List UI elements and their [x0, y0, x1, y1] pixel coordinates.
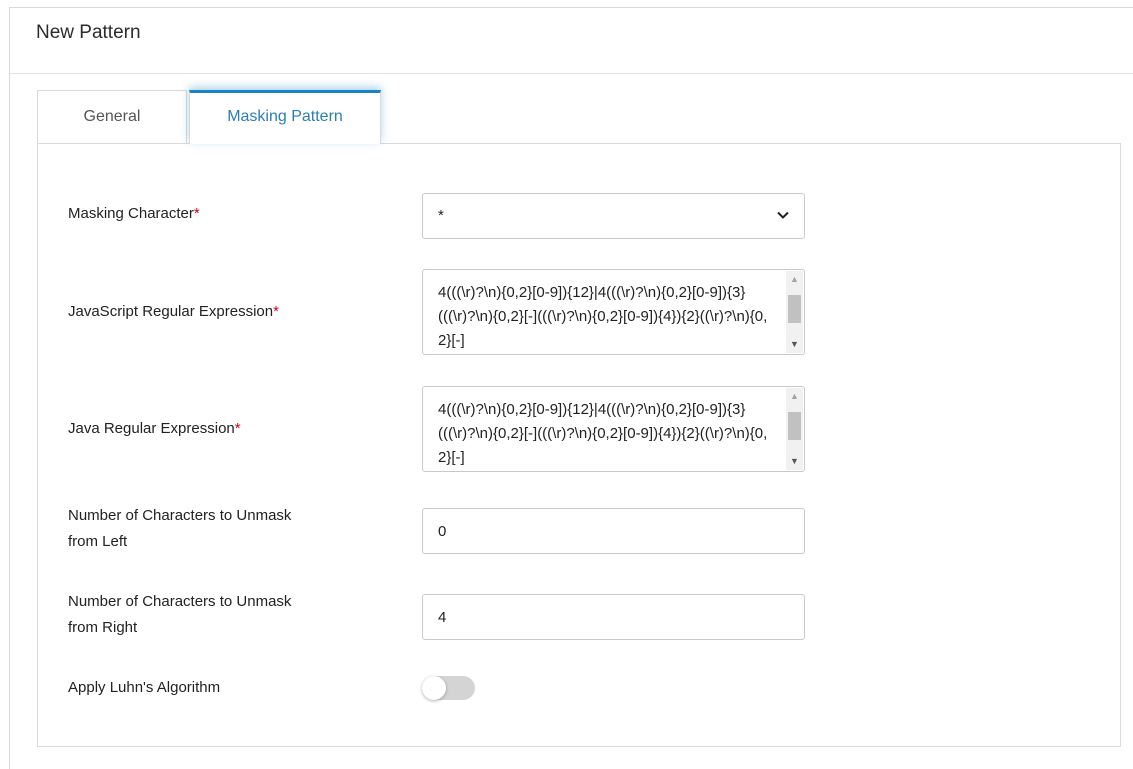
dialog-header: New Pattern: [10, 8, 1133, 74]
java-regex-label: Java Regular Expression*: [68, 416, 241, 442]
scroll-down-arrow-icon[interactable]: ▼: [786, 453, 803, 470]
tab-general[interactable]: General: [37, 90, 187, 144]
chevron-down-icon: [777, 211, 789, 219]
scroll-up-arrow-icon[interactable]: ▲: [786, 271, 803, 288]
java-regex-scrollbar[interactable]: ▲ ▼: [786, 388, 803, 470]
javascript-regex-scrollbar[interactable]: ▲ ▼: [786, 271, 803, 353]
unmask-right-input[interactable]: [422, 594, 805, 640]
masking-character-label-text: Masking Character: [68, 205, 194, 222]
javascript-regex-label-text: JavaScript Regular Expression: [68, 303, 274, 320]
masking-character-select[interactable]: *: [422, 193, 805, 239]
masking-character-label: Masking Character*: [68, 201, 200, 227]
toggle-knob: [422, 676, 446, 700]
java-regex-textarea[interactable]: 4(((\r)?\n){0,2}[0-9]){12}|4(((\r)?\n){0…: [422, 386, 805, 472]
java-regex-value: 4(((\r)?\n){0,2}[0-9]){12}|4(((\r)?\n){0…: [438, 401, 768, 466]
unmask-left-input[interactable]: [422, 508, 805, 554]
unmask-right-label-line2: from Right: [68, 619, 138, 636]
luhn-toggle[interactable]: [422, 676, 475, 700]
tab-masking-pattern[interactable]: Masking Pattern: [189, 90, 381, 144]
unmask-right-label-line1: Number of Characters to Unmask: [68, 593, 292, 610]
unmask-right-label: Number of Characters to Unmask from Righ…: [68, 589, 291, 641]
required-marker: *: [273, 303, 279, 320]
scroll-thumb[interactable]: [788, 412, 801, 440]
scroll-thumb[interactable]: [788, 295, 801, 323]
unmask-left-label: Number of Characters to Unmask from Left: [68, 503, 291, 555]
required-marker: *: [193, 205, 200, 222]
required-marker: *: [234, 420, 241, 437]
java-regex-label-text: Java Regular Expression: [68, 420, 235, 437]
masking-character-value: *: [438, 207, 444, 224]
scroll-up-arrow-icon[interactable]: ▲: [786, 388, 803, 405]
javascript-regex-textarea[interactable]: 4(((\r)?\n){0,2}[0-9]){12}|4(((\r)?\n){0…: [422, 269, 805, 355]
scroll-down-arrow-icon[interactable]: ▼: [786, 336, 803, 353]
javascript-regex-value: 4(((\r)?\n){0,2}[0-9]){12}|4(((\r)?\n){0…: [438, 284, 768, 349]
javascript-regex-label: JavaScript Regular Expression*: [68, 299, 279, 325]
page-title: New Pattern: [36, 22, 141, 43]
luhn-label: Apply Luhn's Algorithm: [68, 679, 221, 696]
unmask-left-label-line2: from Left: [68, 533, 128, 550]
unmask-left-label-line1: Number of Characters to Unmask: [68, 507, 292, 524]
